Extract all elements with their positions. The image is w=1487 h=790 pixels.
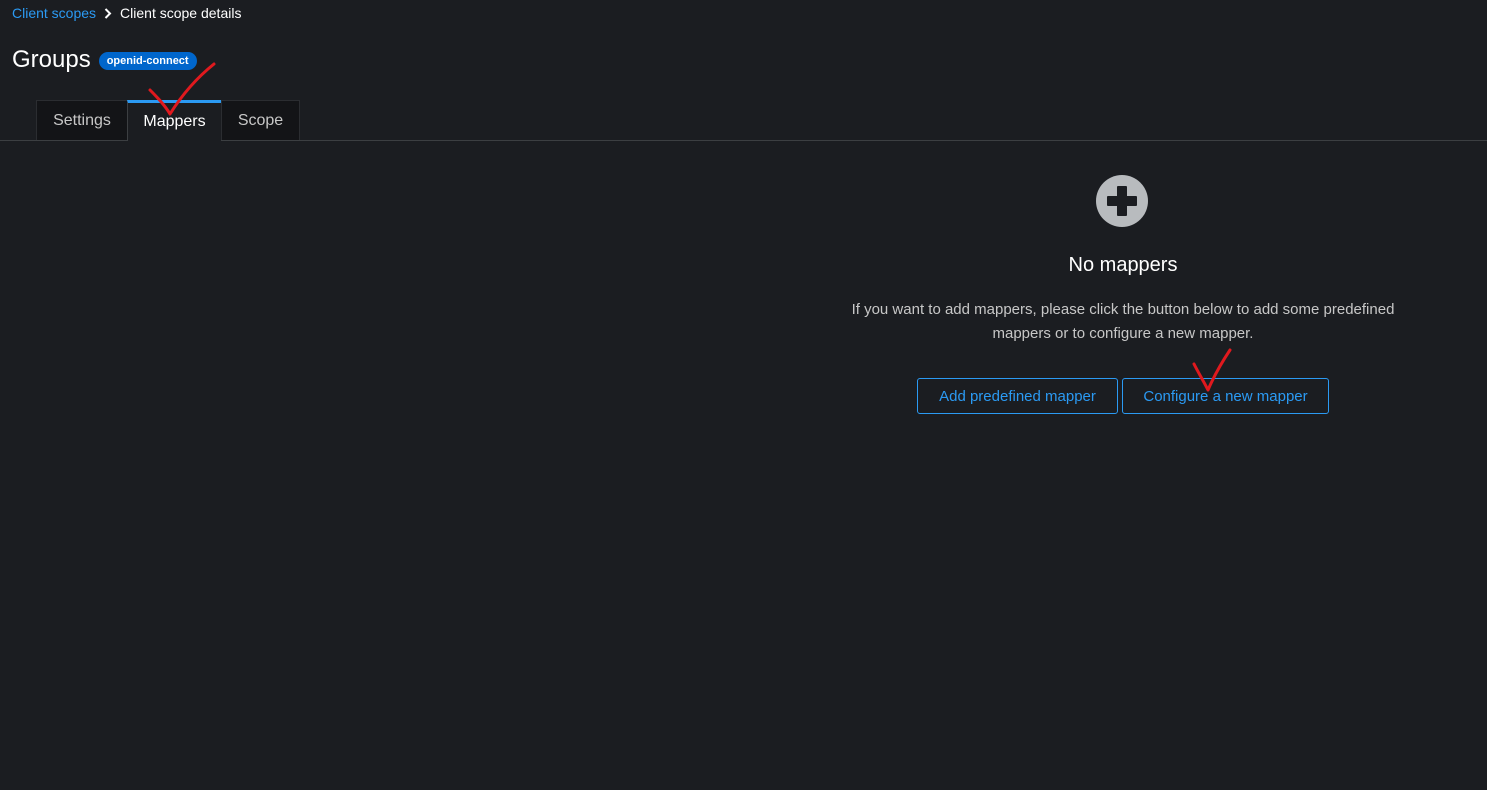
tab-settings[interactable]: Settings [36, 100, 128, 140]
title-row: Groups openid-connect [12, 44, 197, 76]
tab-mappers[interactable]: Mappers [127, 100, 222, 141]
add-predefined-mapper-button[interactable]: Add predefined mapper [917, 378, 1118, 414]
page-title: Groups [12, 46, 91, 73]
protocol-badge: openid-connect [98, 52, 197, 70]
plus-circle-icon [1096, 175, 1148, 227]
empty-state-body-line: mappers or to configure a new mapper. [992, 325, 1254, 342]
breadcrumb-client-scopes-link[interactable]: Client scopes [12, 5, 96, 21]
page: Client scopes Client scope details Group… [0, 0, 1487, 790]
tab-scope[interactable]: Scope [221, 100, 300, 140]
chevron-right-icon [96, 6, 120, 20]
breadcrumb-current: Client scope details [120, 5, 242, 21]
configure-new-mapper-button[interactable]: Configure a new mapper [1122, 378, 1329, 414]
tab-bar: Settings Mappers Scope [0, 100, 1487, 141]
breadcrumb: Client scopes Client scope details [12, 4, 241, 22]
empty-state-title: No mappers [1068, 254, 1178, 276]
empty-state-body-line: If you want to add mappers, please click… [851, 301, 1395, 318]
empty-state-body: If you want to add mappers, please click… [823, 298, 1423, 346]
